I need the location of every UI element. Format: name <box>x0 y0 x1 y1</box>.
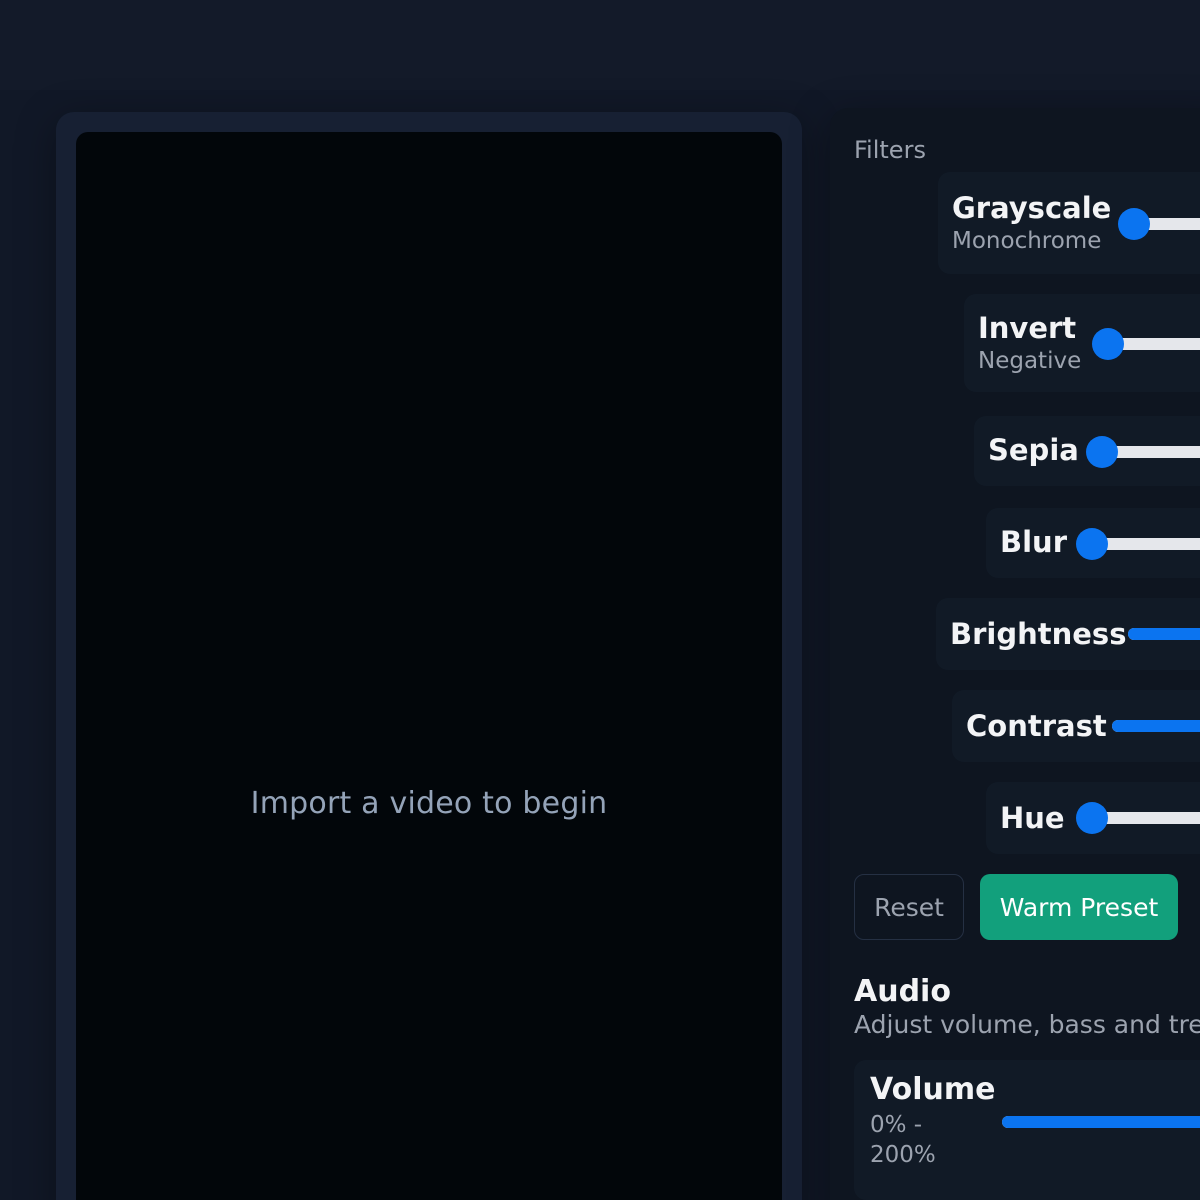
brightness-slider[interactable] <box>1128 628 1200 640</box>
blur-slider-thumb[interactable] <box>1076 528 1108 560</box>
grayscale-slider-thumb[interactable] <box>1118 208 1150 240</box>
filter-brightness: Brightness <box>936 598 1200 670</box>
reset-button[interactable]: Reset <box>854 874 964 940</box>
hue-slider[interactable] <box>1076 802 1200 834</box>
volume-label: Volume <box>870 1072 996 1107</box>
app-root: Import a video to begin Filters Grayscal… <box>0 0 1200 1200</box>
audio-section-description: Adjust volume, bass and treble <box>854 1010 1200 1039</box>
volume-slider-fill <box>1002 1116 1200 1128</box>
invert-slider[interactable] <box>1092 328 1200 360</box>
volume-slider[interactable] <box>1002 1116 1200 1128</box>
video-placeholder-text: Import a video to begin <box>250 786 608 821</box>
filter-grayscale-sublabel: Monochrome <box>952 228 1102 254</box>
controls-panel: Filters Grayscale Monochrome Invert Nega… <box>830 108 1200 1200</box>
filter-contrast-label: Contrast <box>966 709 1107 743</box>
warm-preset-button[interactable]: Warm Preset <box>980 874 1178 940</box>
grayscale-slider[interactable] <box>1118 208 1200 240</box>
filter-hue-label: Hue <box>1000 801 1065 835</box>
filter-invert-label: Invert <box>978 311 1077 345</box>
filter-invert-sublabel: Negative <box>978 348 1082 374</box>
filter-grayscale-label: Grayscale <box>952 191 1112 225</box>
audio-section-title: Audio <box>854 974 951 1009</box>
filter-blur: Blur <box>986 508 1200 578</box>
filter-sepia-text: Sepia <box>988 432 1079 468</box>
contrast-slider-fill <box>1112 720 1200 732</box>
invert-slider-thumb[interactable] <box>1092 328 1124 360</box>
filter-hue: Hue <box>986 782 1200 854</box>
filter-invert: Invert Negative <box>964 294 1200 392</box>
filter-sepia-label: Sepia <box>988 433 1079 467</box>
filter-sepia: Sepia <box>974 416 1200 486</box>
contrast-slider[interactable] <box>1112 720 1200 732</box>
volume-range-label: 0% - 200% <box>870 1112 936 1168</box>
filter-blur-label: Blur <box>1000 525 1067 559</box>
brightness-slider-fill <box>1128 628 1200 640</box>
video-panel: Import a video to begin <box>56 112 802 1200</box>
filter-invert-text: Invert Negative <box>978 310 1081 376</box>
blur-slider-track <box>1092 538 1200 550</box>
sepia-slider-thumb[interactable] <box>1086 436 1118 468</box>
filter-hue-text: Hue <box>1000 800 1065 836</box>
video-preview[interactable]: Import a video to begin <box>76 132 782 1200</box>
filter-blur-text: Blur <box>1000 524 1067 560</box>
filter-grayscale-text: Grayscale Monochrome <box>952 190 1111 256</box>
filter-grayscale: Grayscale Monochrome <box>938 172 1200 274</box>
filter-contrast: Contrast <box>952 690 1200 762</box>
sepia-slider[interactable] <box>1086 436 1200 468</box>
filter-brightness-text: Brightness <box>950 616 1126 652</box>
blur-slider[interactable] <box>1076 528 1200 560</box>
top-band <box>0 0 1200 90</box>
audio-volume-control: Volume 0% - 200% <box>854 1060 1200 1200</box>
filter-brightness-label: Brightness <box>950 617 1127 651</box>
filter-contrast-text: Contrast <box>966 708 1107 744</box>
hue-slider-track <box>1092 812 1200 824</box>
hue-slider-thumb[interactable] <box>1076 802 1108 834</box>
filters-section-title: Filters <box>854 136 926 164</box>
